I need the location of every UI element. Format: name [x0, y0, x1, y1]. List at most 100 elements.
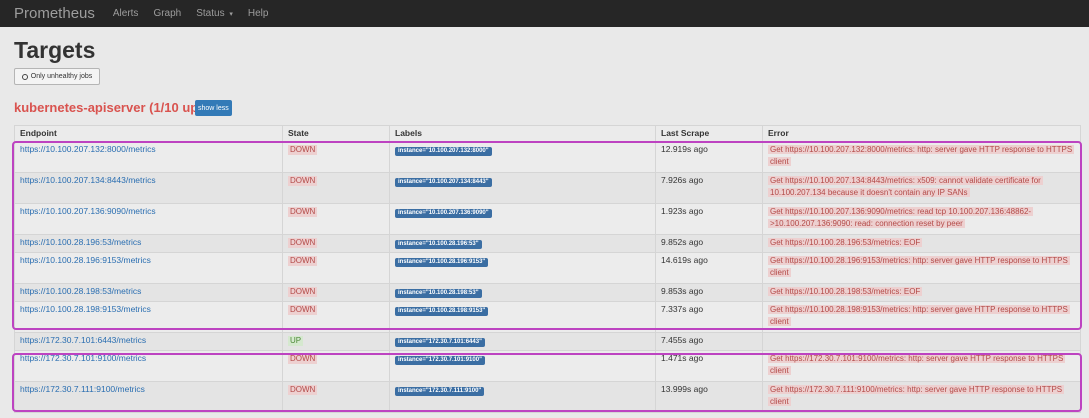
labels-cell: instance="10.100.28.196:9153"	[389, 252, 656, 284]
endpoint-link[interactable]: https://10.100.207.132:8000/metrics	[20, 144, 156, 154]
nav-status[interactable]: Status ▾	[196, 8, 233, 19]
page-title: Targets	[14, 37, 96, 63]
state-badge: UP	[288, 336, 304, 346]
error-cell: Get https://172.30.7.111:9100/metrics: h…	[762, 381, 1081, 413]
caret-down-icon: ▾	[229, 11, 233, 18]
only-unhealthy-jobs-label: Only unhealthy jobs	[30, 73, 93, 80]
endpoint-link[interactable]: https://172.30.7.101:6443/metrics	[20, 335, 146, 345]
instance-label-badge: instance="10.100.28.198:53"	[395, 289, 482, 298]
endpoint-cell: https://10.100.28.198:53/metrics	[14, 283, 283, 302]
instance-label-badge: instance="10.100.207.134:8443"	[395, 178, 492, 187]
header-endpoint: Endpoint	[14, 125, 283, 142]
header-labels: Labels	[389, 125, 656, 142]
table-row: https://172.30.7.111:9100/metrics DOWN ins…	[14, 381, 1081, 413]
last-scrape-cell: 1.471s ago	[655, 350, 763, 382]
radio-icon	[21, 73, 28, 80]
endpoint-cell: https://10.100.207.136:9090/metrics	[14, 203, 283, 235]
instance-label-badge: instance="172.30.7.101:9100"	[395, 356, 485, 365]
state-cell: DOWN	[282, 381, 390, 413]
nav-alerts[interactable]: Alerts	[113, 8, 139, 19]
error-text: Get https://10.100.207.136:9090/metrics:…	[768, 207, 1034, 228]
labels-cell: instance="10.100.207.132:8000"	[389, 141, 656, 173]
state-badge: DOWN	[288, 287, 318, 297]
error-cell: Get https://172.30.7.101:9100/metrics: h…	[762, 350, 1081, 382]
table-row: https://10.100.207.136:9090/metrics DOWN i…	[14, 203, 1081, 235]
error-text: Get https://10.100.28.196:53/metrics: EO…	[768, 238, 923, 247]
endpoint-link[interactable]: https://172.30.7.101:9100/metrics	[20, 353, 146, 363]
labels-cell: instance="10.100.207.136:9090"	[389, 203, 656, 235]
state-badge: DOWN	[288, 305, 318, 315]
state-cell: DOWN	[282, 283, 390, 302]
state-badge: DOWN	[288, 354, 318, 364]
labels-cell: instance="10.100.28.196:53"	[389, 234, 656, 253]
state-badge: DOWN	[288, 238, 318, 248]
instance-label-badge: instance="172.30.7.111:9100"	[395, 387, 485, 396]
labels-cell: instance="10.100.207.134:8443"	[389, 172, 656, 204]
nav-graph[interactable]: Graph	[153, 8, 181, 19]
state-badge: DOWN	[288, 385, 318, 395]
endpoint-cell: https://172.30.7.101:9100/metrics	[14, 350, 283, 382]
last-scrape-text: 7.926s ago	[661, 175, 704, 185]
labels-cell: instance="10.100.28.198:53"	[389, 283, 656, 302]
endpoint-cell: https://172.30.7.111:9100/metrics	[14, 381, 283, 413]
error-text: Get https://172.30.7.101:9100/metrics: h…	[768, 354, 1066, 375]
error-cell: Get https://10.100.28.198:53/metrics: EO…	[762, 283, 1081, 302]
last-scrape-text: 9.852s ago	[661, 237, 704, 247]
job-title[interactable]: kubernetes-apiserver (1/10 up)	[14, 100, 203, 115]
show-less-button[interactable]: show less	[195, 100, 232, 116]
error-text: Get https://10.100.207.132:8000/metrics:…	[768, 145, 1075, 166]
navbar: Prometheus Alerts Graph Status ▾ Help	[0, 0, 1089, 27]
state-badge: DOWN	[288, 176, 318, 186]
state-cell: DOWN	[282, 172, 390, 204]
last-scrape-text: 1.923s ago	[661, 206, 704, 216]
endpoint-cell: https://172.30.7.101:6443/metrics	[14, 332, 283, 351]
labels-cell: instance="172.30.7.101:6443"	[389, 332, 656, 351]
table-row: https://10.100.28.198:53/metrics DOWN inst…	[14, 283, 1081, 302]
endpoint-link[interactable]: https://172.30.7.111:9100/metrics	[20, 384, 145, 394]
endpoint-link[interactable]: https://10.100.28.196:9153/metrics	[20, 255, 151, 265]
endpoint-link[interactable]: https://10.100.207.134:8443/metrics	[20, 175, 156, 185]
endpoint-link[interactable]: https://10.100.28.198:53/metrics	[20, 286, 141, 296]
instance-label-badge: instance="10.100.207.132:8000"	[395, 147, 492, 156]
last-scrape-text: 7.337s ago	[661, 304, 704, 314]
table-row: https://10.100.28.196:9153/metrics DOWN in…	[14, 252, 1081, 284]
brand-link[interactable]: Prometheus	[14, 5, 95, 22]
state-cell: DOWN	[282, 350, 390, 382]
labels-cell: instance="10.100.28.198:9153"	[389, 301, 656, 333]
error-text: Get https://10.100.28.196:9153/metrics: …	[768, 256, 1070, 277]
last-scrape-text: 1.471s ago	[661, 353, 704, 363]
targets-table-body: https://10.100.207.132:8000/metrics DOWN i…	[14, 141, 1081, 413]
only-unhealthy-jobs-button[interactable]: Only unhealthy jobs	[14, 68, 100, 85]
last-scrape-text: 13.999s ago	[661, 384, 708, 394]
last-scrape-cell: 7.337s ago	[655, 301, 763, 333]
last-scrape-cell: 13.999s ago	[655, 381, 763, 413]
last-scrape-text: 12.919s ago	[661, 144, 708, 154]
endpoint-link[interactable]: https://10.100.28.198:9153/metrics	[20, 304, 151, 314]
last-scrape-cell: 12.919s ago	[655, 141, 763, 173]
error-cell: Get https://10.100.207.134:8443/metrics:…	[762, 172, 1081, 204]
error-cell: Get https://10.100.28.198:9153/metrics: …	[762, 301, 1081, 333]
table-header-row: Endpoint State Labels Last Scrape Error	[14, 125, 1081, 142]
nav-status-label: Status	[196, 8, 225, 19]
state-cell: DOWN	[282, 234, 390, 253]
state-cell: DOWN	[282, 252, 390, 284]
error-text: Get https://10.100.207.134:8443/metrics:…	[768, 176, 1043, 197]
error-cell: Get https://10.100.28.196:9153/metrics: …	[762, 252, 1081, 284]
endpoint-link[interactable]: https://10.100.28.196:53/metrics	[20, 237, 141, 247]
instance-label-badge: instance="10.100.28.198:9153"	[395, 307, 489, 316]
error-text: Get https://172.30.7.111:9100/metrics: h…	[768, 385, 1065, 406]
state-badge: DOWN	[288, 256, 318, 266]
error-text: Get https://10.100.28.198:53/metrics: EO…	[768, 287, 923, 296]
nav-help[interactable]: Help	[248, 8, 269, 19]
instance-label-badge: instance="10.100.207.136:9090"	[395, 209, 492, 218]
last-scrape-cell: 14.619s ago	[655, 252, 763, 284]
table-row: https://10.100.207.132:8000/metrics DOWN i…	[14, 141, 1081, 173]
last-scrape-text: 9.853s ago	[661, 286, 704, 296]
endpoint-link[interactable]: https://10.100.207.136:9090/metrics	[20, 206, 156, 216]
endpoint-cell: https://10.100.207.132:8000/metrics	[14, 141, 283, 173]
last-scrape-cell: 9.853s ago	[655, 283, 763, 302]
last-scrape-cell: 1.923s ago	[655, 203, 763, 235]
state-cell: DOWN	[282, 141, 390, 173]
labels-cell: instance="172.30.7.111:9100"	[389, 381, 656, 413]
endpoint-cell: https://10.100.28.198:9153/metrics	[14, 301, 283, 333]
